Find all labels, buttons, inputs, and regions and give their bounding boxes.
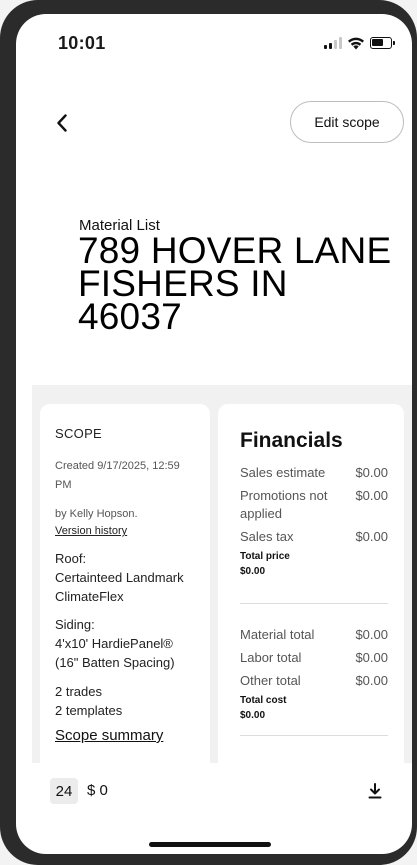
content-area: SCOPE Created 9/17/2025, 12:59 PM by Kel…: [32, 385, 412, 763]
financials-card: Financials Sales estimate $0.00 Promotio…: [218, 404, 404, 763]
back-button[interactable]: [50, 111, 74, 135]
status-time: 10:01: [58, 33, 106, 53]
financial-value: $0.00: [355, 627, 388, 642]
scope-created-date: Created 9/17/2025, 12:59 PM: [55, 460, 180, 491]
scope-summary-link[interactable]: Scope summary: [55, 727, 195, 744]
page-title: 789 HOVER LANE FISHERS IN 46037: [78, 230, 392, 337]
financial-label: Labor total: [240, 650, 302, 665]
financial-row: Labor total $0.00: [240, 649, 388, 667]
download-icon: [368, 783, 382, 799]
financial-row: Material total $0.00: [240, 626, 388, 644]
financial-value: $0.00: [355, 488, 388, 503]
financial-label: Other total: [240, 673, 301, 688]
scope-title: SCOPE: [55, 426, 103, 441]
financial-label: Sales estimate: [240, 465, 326, 480]
financial-value: $0.00: [355, 650, 388, 665]
scope-templates-count: 2 templates: [55, 703, 123, 718]
scope-card: SCOPE Created 9/17/2025, 12:59 PM by Kel…: [40, 404, 210, 763]
financial-row: Promotions not applied $0.00: [240, 487, 388, 523]
battery-icon: [370, 37, 395, 49]
financial-label: Sales tax: [240, 529, 294, 544]
edit-scope-button[interactable]: Edit scope: [290, 101, 404, 143]
financial-value: $0.00: [355, 673, 388, 688]
download-button[interactable]: [364, 779, 386, 803]
scope-siding: Siding: 4'x10' HardiePanel® (16" Batten …: [55, 617, 175, 670]
financial-value: $0.00: [355, 465, 388, 480]
scope-trades-count: 2 trades: [55, 684, 102, 699]
divider: [240, 603, 388, 604]
status-bar: 10:01: [16, 14, 412, 70]
financial-row: Sales estimate $0.00: [240, 464, 388, 482]
scope-roof: Roof: Certainteed Landmark ClimateFlex: [55, 551, 184, 604]
chevron-left-icon: [57, 114, 67, 132]
bottom-total: $ 0: [87, 782, 108, 799]
financial-row: Sales tax $0.00: [240, 528, 388, 546]
item-count-badge[interactable]: 24: [50, 778, 78, 804]
bottom-bar: 24 $ 0: [32, 763, 412, 819]
financials-title: Financials: [240, 429, 343, 452]
wifi-icon: [348, 37, 364, 50]
scope-author: by Kelly Hopson.: [55, 508, 138, 520]
financial-row: Other total $0.00: [240, 672, 388, 690]
version-history-link[interactable]: Version history: [55, 525, 195, 537]
signal-icon: [324, 37, 342, 49]
home-indicator: [149, 842, 271, 847]
status-icons: [324, 36, 395, 50]
total-price-label: Total price: [240, 551, 290, 562]
total-price-value: $0.00: [240, 566, 266, 577]
total-cost-value: $0.00: [240, 710, 266, 721]
financial-value: $0.00: [355, 529, 388, 544]
financial-label: Material total: [240, 627, 315, 642]
financial-label: Promotions not applied: [240, 488, 328, 521]
divider: [240, 735, 388, 736]
total-cost-label: Total cost: [240, 695, 287, 706]
